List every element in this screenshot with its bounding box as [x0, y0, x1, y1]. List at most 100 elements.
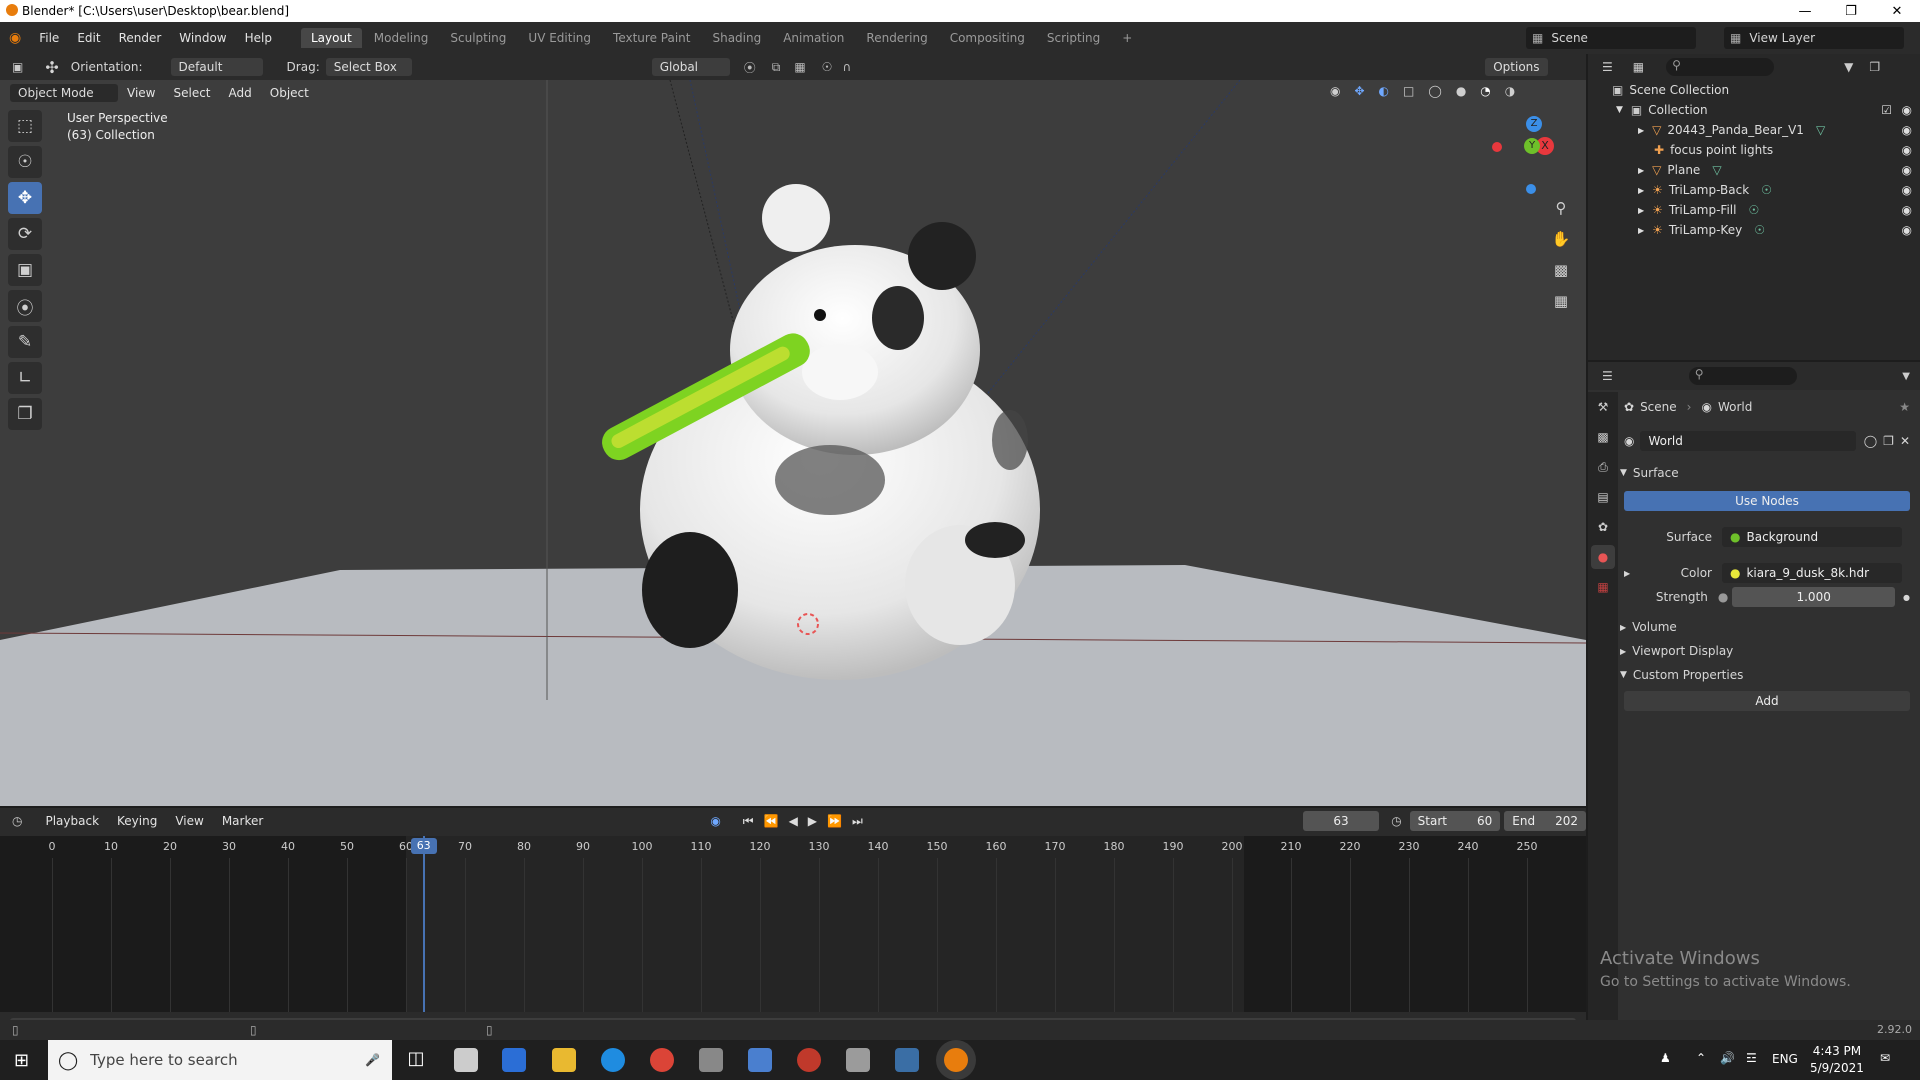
rendered-shading-icon[interactable]: ◑ [1505, 84, 1515, 98]
timeline-menu-keying[interactable]: Keying [108, 814, 166, 828]
ortho-grid-icon[interactable]: ▦ [1549, 289, 1573, 313]
checkbox-icon[interactable]: ☑ [1881, 103, 1892, 117]
viewport-menu-view[interactable]: View [118, 86, 164, 100]
people-icon[interactable]: ♟ [1660, 1051, 1671, 1065]
pin-icon[interactable]: ★ [1899, 400, 1910, 414]
app-icon[interactable] [846, 1048, 870, 1072]
options-dropdown[interactable]: Options [1485, 58, 1548, 76]
move-tool[interactable]: ✥ [8, 182, 42, 214]
auto-keying-icon[interactable]: ◉ [710, 814, 720, 828]
tab-texture-paint[interactable]: Texture Paint [603, 28, 700, 48]
duplicate-icon[interactable]: ❐ [1883, 434, 1894, 448]
strength-field[interactable]: 1.000 [1732, 587, 1896, 607]
play-reverse-icon[interactable]: ◀ [789, 814, 798, 829]
language-indicator[interactable]: ENG [1772, 1052, 1798, 1066]
outliner-row-object[interactable]: ▶ ☀ TriLamp-Fill ☉ ◉ [1588, 200, 1920, 220]
mode-dropdown[interactable]: Object Mode [10, 84, 118, 102]
proportional-editing-icon[interactable]: ☉ [822, 60, 833, 74]
annotate-tool[interactable]: ✎ [8, 326, 42, 358]
minimize-button[interactable]: — [1782, 0, 1828, 22]
eye-icon[interactable]: ◉ [1902, 103, 1912, 117]
filter-icon[interactable]: ▼ [1844, 60, 1853, 74]
orientation-dropdown[interactable]: Default [170, 58, 263, 76]
cursor-tool[interactable]: ☉ [8, 146, 42, 178]
material-shading-icon[interactable]: ◔ [1480, 84, 1490, 98]
menu-file[interactable]: File [30, 31, 68, 45]
visibility-icon[interactable]: ◉ [1330, 84, 1340, 98]
panel-custom-properties-header[interactable]: ▼ Custom Properties [1620, 664, 1910, 686]
timeline-track-area[interactable]: 0 10 20 30 40 50 60 70 80 90 100 110 120 130 140 150 160… [0, 836, 1586, 1012]
gizmo-toggle-icon[interactable]: ✥ [1354, 84, 1364, 98]
eye-icon[interactable]: ◉ [1902, 203, 1912, 217]
windows-start-icon[interactable]: ⊞ [14, 1050, 29, 1071]
new-collection-icon[interactable]: ❐ [1869, 60, 1880, 74]
restore-button[interactable]: ❐ [1828, 0, 1874, 22]
add-property-button[interactable]: Add [1624, 691, 1910, 711]
3d-viewport[interactable]: Object Mode View Select Add Object ◉ ✥ ◐… [0, 80, 1586, 806]
keyframe-dot-icon[interactable]: ● [1903, 593, 1910, 602]
display-mode-icon[interactable]: ▦ [1633, 60, 1644, 74]
timeline-menu-marker[interactable]: Marker [213, 814, 272, 828]
expand-arrow-icon[interactable]: ▶ [1638, 226, 1644, 235]
timeline-menu-view[interactable]: View [166, 814, 212, 828]
scale-tool[interactable]: ▣ [8, 254, 42, 286]
viewport-menu-select[interactable]: Select [164, 86, 219, 100]
network-icon[interactable]: ☲ [1746, 1051, 1757, 1065]
view-layer-selector[interactable]: ▦ View Layer [1724, 27, 1904, 49]
scene-selector[interactable]: ▦ Scene [1526, 27, 1696, 49]
outliner-editor-icon[interactable]: ☰ [1602, 60, 1613, 74]
gizmo-neg-x[interactable] [1492, 142, 1502, 152]
tab-layout[interactable]: Layout [300, 28, 362, 48]
eye-icon[interactable]: ◉ [1902, 163, 1912, 177]
notifications-icon[interactable]: ✉ [1880, 1051, 1890, 1065]
world-name-field[interactable]: World [1640, 431, 1856, 451]
falloff-icon[interactable]: ∩ [842, 60, 851, 74]
snap-icon[interactable]: ⧉ [772, 60, 781, 75]
outliner-row-scene-collection[interactable]: ▣ Scene Collection [1588, 80, 1920, 100]
zoom-icon[interactable]: ⚲ [1549, 196, 1573, 220]
world-browse-icon[interactable]: ◉ [1624, 434, 1634, 448]
use-nodes-button[interactable]: Use Nodes [1624, 491, 1910, 511]
blender-menu-icon[interactable]: ◉ [0, 30, 30, 46]
viewport-menu-object[interactable]: Object [261, 86, 318, 100]
end-frame-field[interactable]: End 202 [1504, 811, 1586, 831]
expand-arrow-icon[interactable]: ▶ [1638, 166, 1644, 175]
xray-icon[interactable]: □ [1403, 84, 1414, 98]
eye-icon[interactable]: ◉ [1902, 123, 1912, 137]
app-icon[interactable] [699, 1048, 723, 1072]
expand-arrow-icon[interactable]: ▼ [1616, 105, 1623, 115]
jump-start-icon[interactable]: ⏮ [743, 814, 754, 829]
menu-window[interactable]: Window [170, 31, 235, 45]
blender-taskbar-icon[interactable] [944, 1048, 968, 1072]
tray-chevron-icon[interactable]: ⌃ [1696, 1051, 1706, 1065]
expand-arrow-icon[interactable]: ▶ [1624, 569, 1638, 578]
output-tab-icon[interactable]: ⎙ [1591, 455, 1615, 479]
app-icon[interactable] [748, 1048, 772, 1072]
timeline-menu-playback[interactable]: Playback [36, 814, 108, 828]
unlink-icon[interactable]: ✕ [1900, 434, 1910, 448]
pan-hand-icon[interactable]: ✋ [1549, 227, 1573, 251]
tab-shading[interactable]: Shading [702, 28, 771, 48]
snap-target-icon[interactable]: ▦ [794, 60, 805, 74]
microphone-icon[interactable]: 🎤 [365, 1053, 380, 1067]
outliner-row-collection[interactable]: ▼ ▣ Collection ☑ ◉ [1588, 100, 1920, 120]
eye-icon[interactable]: ◉ [1902, 183, 1912, 197]
measure-tool[interactable]: ∟ [8, 362, 42, 394]
camera-view-icon[interactable]: ▩ [1549, 258, 1573, 282]
outliner-search[interactable]: ⚲ [1666, 58, 1775, 76]
tab-rendering[interactable]: Rendering [856, 28, 937, 48]
play-icon[interactable]: ▶ [808, 814, 817, 829]
start-frame-field[interactable]: Start 60 [1409, 811, 1501, 831]
add-cube-tool[interactable]: ❐ [8, 398, 42, 430]
timeline-editor-icon[interactable]: ◷ [12, 814, 22, 828]
overlay-toggle-icon[interactable]: ◐ [1379, 84, 1389, 98]
drag-dropdown[interactable]: Select Box [325, 58, 412, 76]
playhead-frame-indicator[interactable]: 63 [410, 838, 437, 854]
tab-scripting[interactable]: Scripting [1037, 28, 1110, 48]
mail-app-icon[interactable] [454, 1048, 478, 1072]
tab-modeling[interactable]: Modeling [364, 28, 439, 48]
world-tab-icon[interactable]: ● [1591, 545, 1615, 569]
jump-end-icon[interactable]: ⏭ [852, 814, 863, 829]
panel-surface-header[interactable]: ▼ Surface [1620, 462, 1910, 484]
surface-field[interactable]: ● Background [1722, 527, 1902, 547]
